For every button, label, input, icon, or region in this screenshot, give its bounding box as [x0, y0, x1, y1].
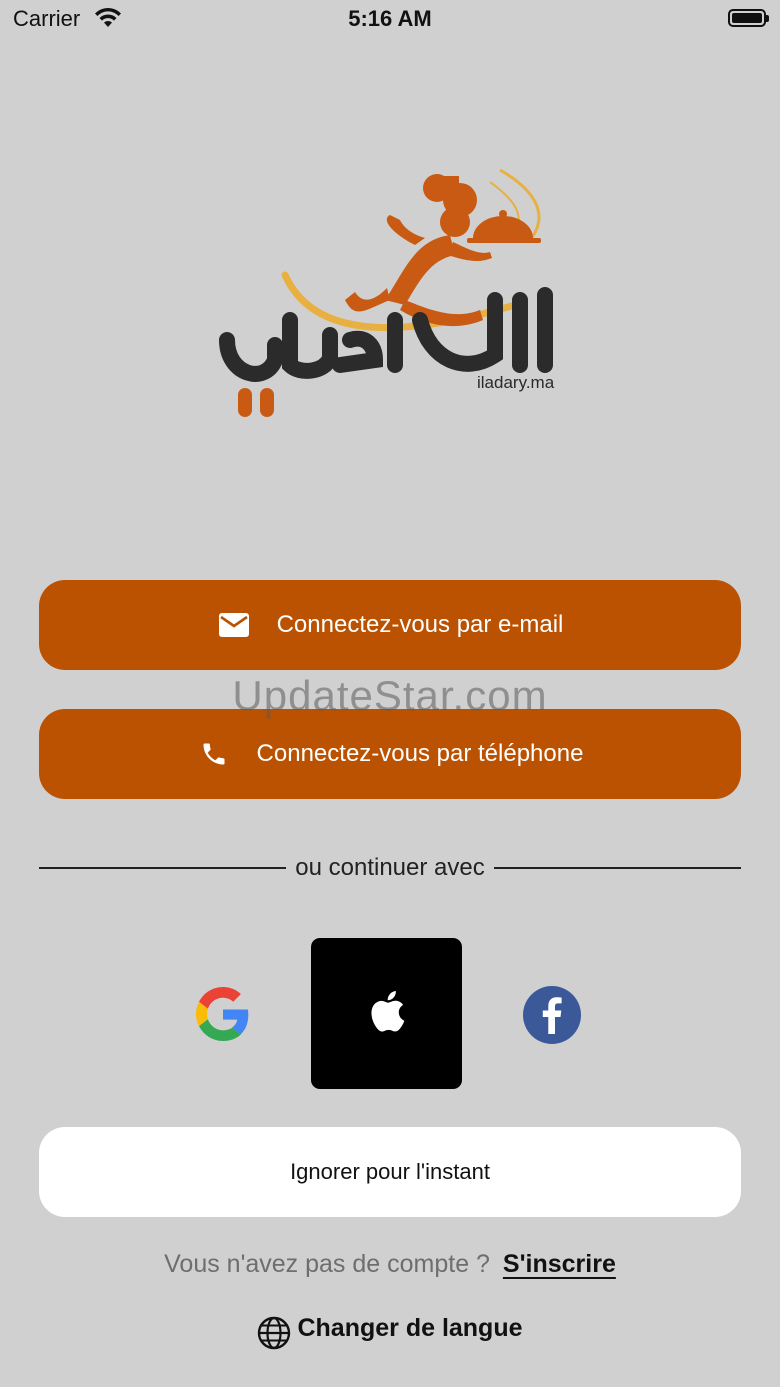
- signup-row: Vous n'avez pas de compte ? S'inscrire: [0, 1250, 780, 1279]
- status-bar: Carrier 5:16 AM: [0, 0, 780, 40]
- apple-login-button[interactable]: [311, 938, 462, 1089]
- google-icon: [196, 987, 250, 1045]
- divider-text: ou continuer avec: [295, 854, 485, 881]
- google-login-button[interactable]: [196, 987, 250, 1041]
- facebook-login-button[interactable]: [522, 985, 582, 1045]
- globe-icon: [257, 1316, 291, 1350]
- signup-link[interactable]: S'inscrire: [503, 1250, 616, 1278]
- login-phone-button[interactable]: Connectez-vous par téléphone: [39, 709, 741, 799]
- divider-line-right: [493, 867, 741, 869]
- login-phone-label: Connectez-vous par téléphone: [256, 740, 584, 767]
- logo-caption: iladary.ma: [477, 373, 555, 392]
- phone-icon: [197, 737, 231, 771]
- mail-icon: [217, 608, 251, 642]
- login-email-label: Connectez-vous par e-mail: [276, 611, 564, 638]
- watermark: UpdateStar.com: [232, 672, 548, 719]
- skip-button[interactable]: Ignorer pour l'instant: [39, 1127, 741, 1217]
- facebook-icon: [522, 986, 582, 1049]
- skip-label: Ignorer pour l'instant: [290, 1159, 490, 1184]
- apple-icon: [368, 989, 406, 1038]
- clock: 5:16 AM: [348, 6, 432, 31]
- change-language-label: Changer de langue: [297, 1313, 523, 1342]
- login-email-button[interactable]: Connectez-vous par e-mail: [39, 580, 741, 670]
- social-divider: ou continuer avec: [39, 850, 741, 886]
- change-language-button[interactable]: Changer de langue: [0, 1306, 780, 1350]
- divider-line-left: [39, 867, 287, 869]
- battery-icon: [728, 9, 769, 27]
- signup-prompt: Vous n'avez pas de compte ?: [164, 1250, 490, 1278]
